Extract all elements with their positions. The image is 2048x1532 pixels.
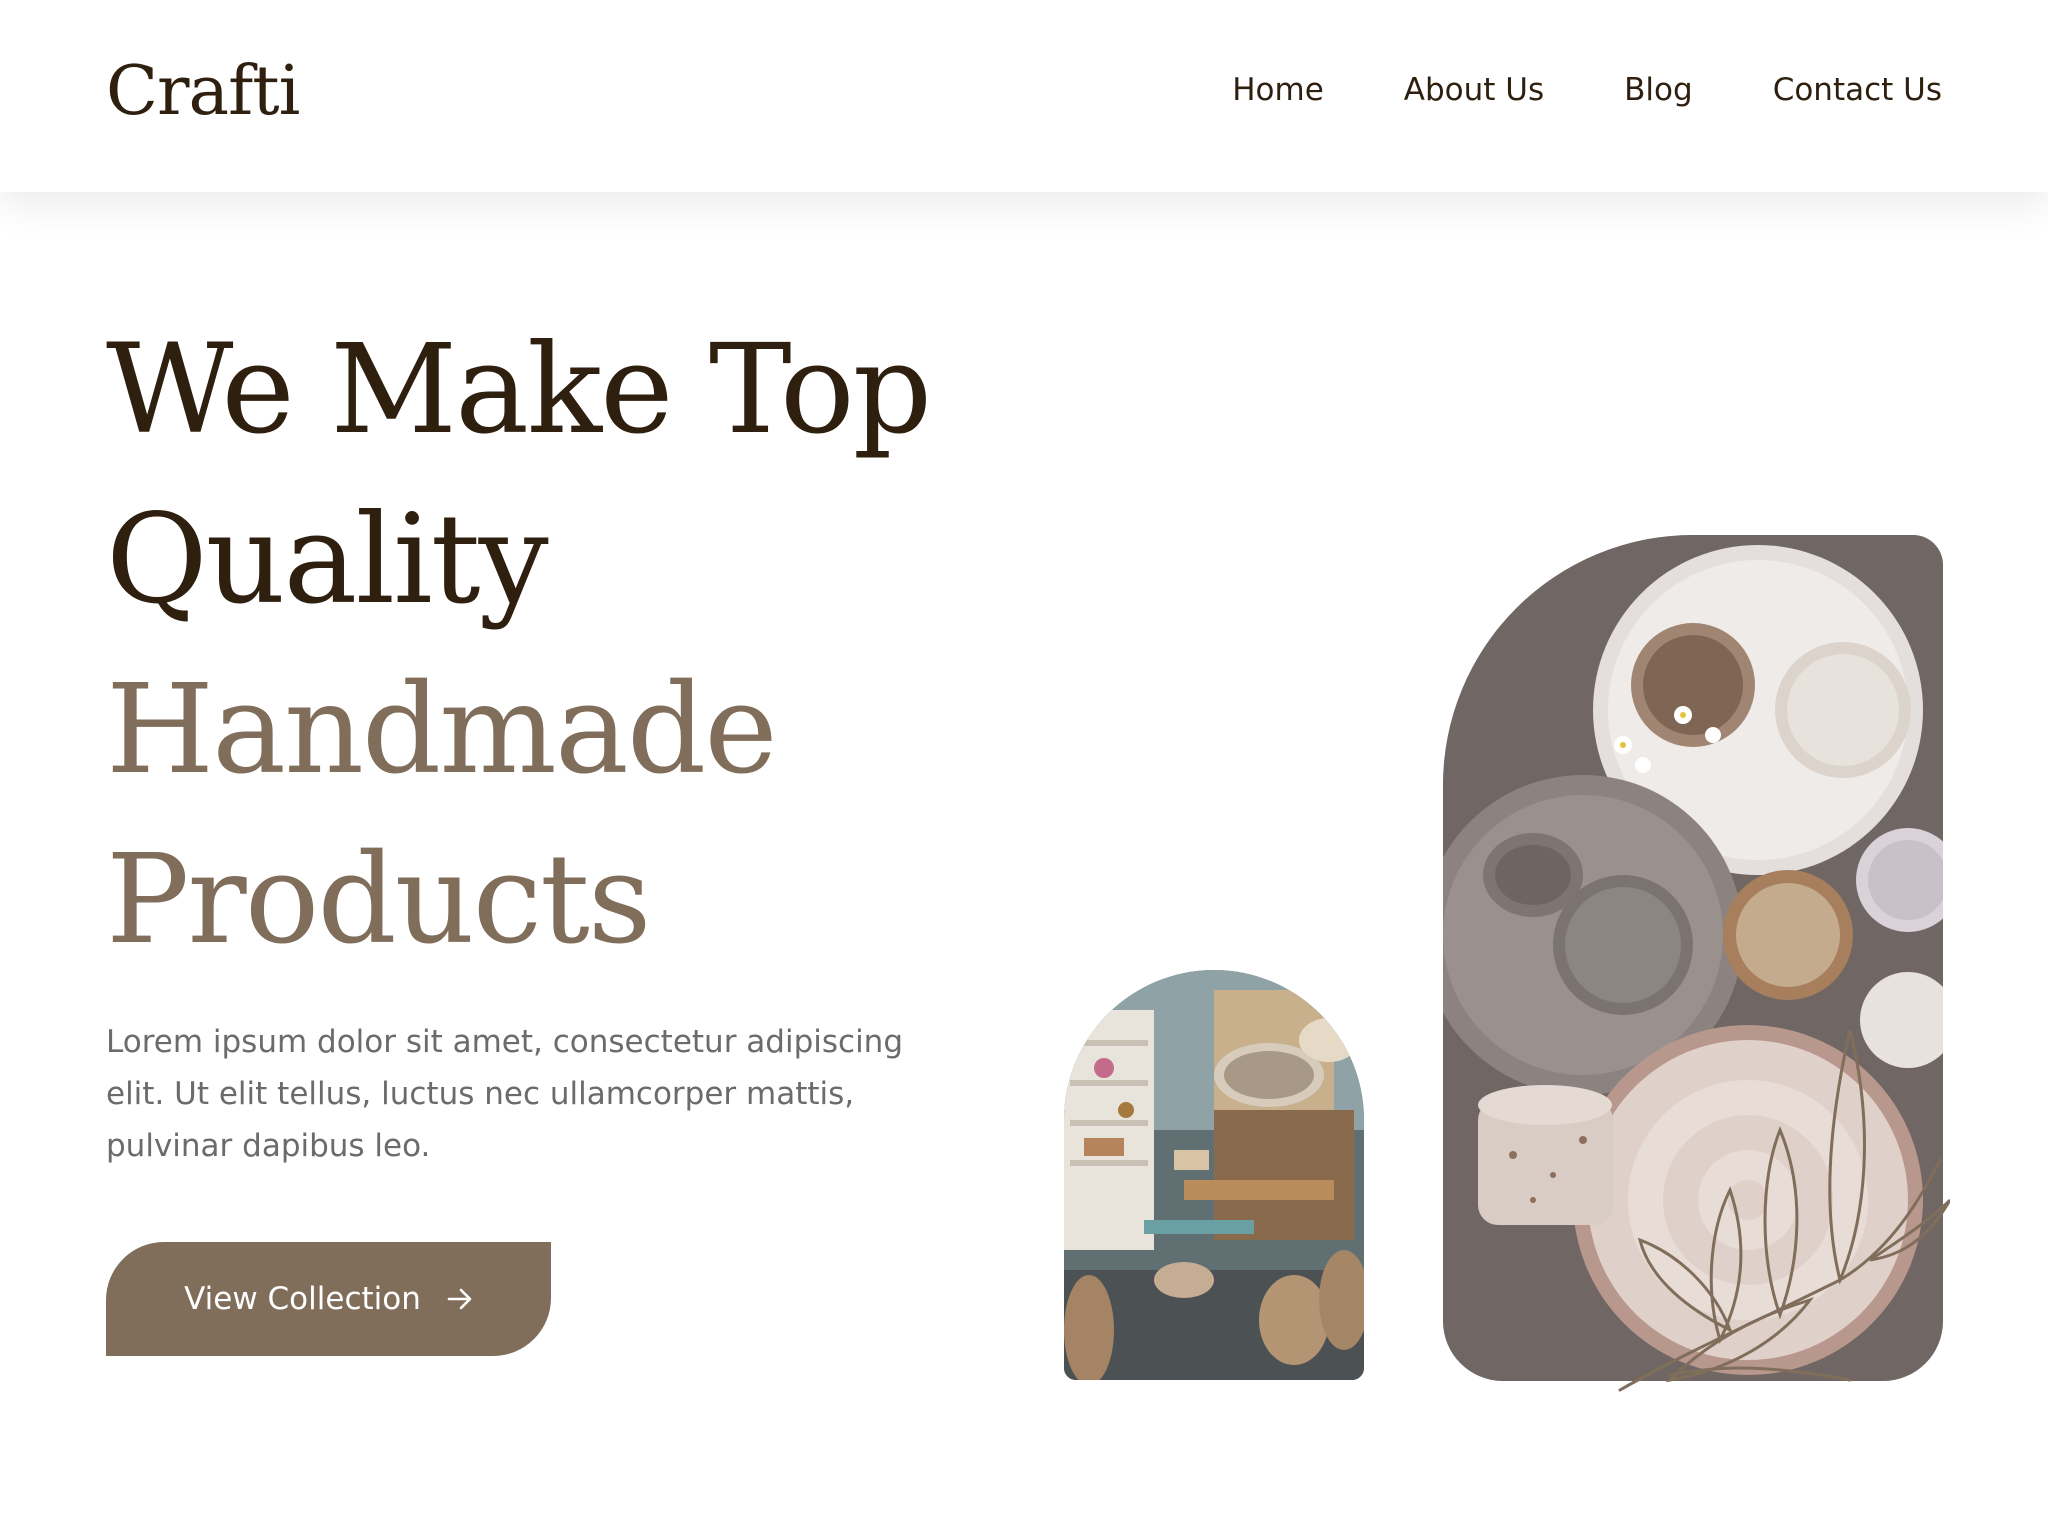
nav-home-link[interactable]: Home — [1232, 72, 1324, 108]
view-collection-label: View Collection — [184, 1281, 421, 1317]
nav-contact-link[interactable]: Contact Us — [1773, 72, 1942, 108]
hero-description: Lorem ipsum dolor sit amet, consectetur … — [106, 1024, 904, 1164]
nav-blog-link[interactable]: Blog — [1624, 72, 1693, 108]
hero-title-line-2: Quality — [106, 488, 549, 632]
logo[interactable]: Crafti — [106, 52, 300, 131]
hero-title-line-3: Handmade — [106, 658, 778, 802]
arrow-right-icon — [447, 1288, 473, 1310]
hero-title: We Make Top Quality Handmade Products — [106, 305, 932, 985]
main-nav: Home About Us Blog Contact Us — [1232, 72, 1942, 108]
nav-about-link[interactable]: About Us — [1404, 72, 1544, 108]
hero-title-line-4: Products — [106, 828, 652, 972]
hero-title-line-1: We Make Top — [106, 318, 932, 462]
view-collection-button[interactable]: View Collection — [106, 1242, 551, 1356]
shop-interior-image — [1064, 970, 1364, 1380]
site-header: Crafti Home About Us Blog Contact Us — [0, 0, 2048, 192]
pottery-image — [1443, 535, 1943, 1381]
